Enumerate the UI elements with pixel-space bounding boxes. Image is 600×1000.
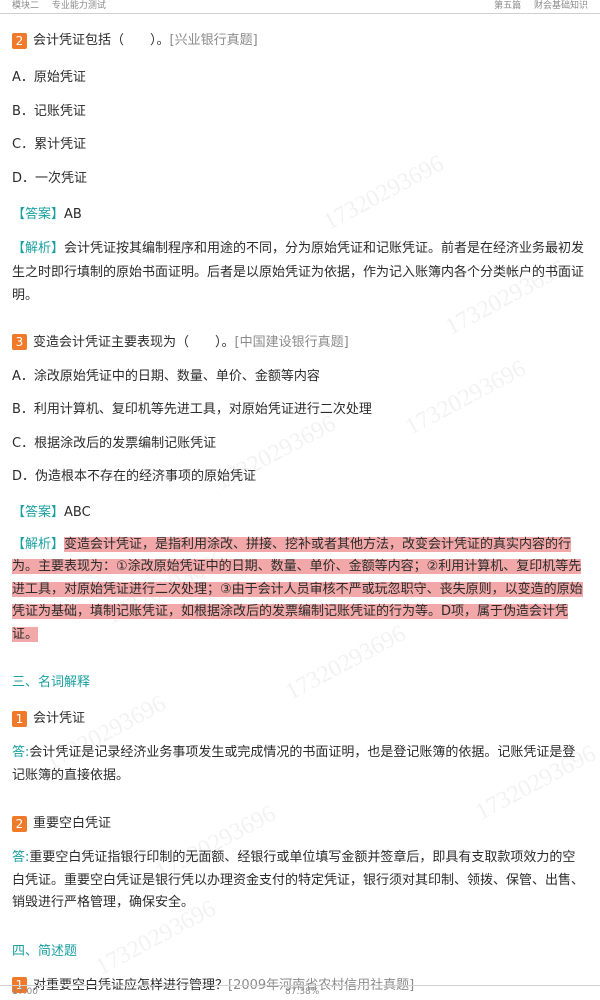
option-d: D．伪造根本不存在的经济事项的原始凭证: [12, 469, 257, 484]
term-number-badge: 1: [12, 710, 27, 727]
option-c: C．根据涂改后的发票编制记账凭证: [12, 435, 217, 451]
header-right: 第五篇 财会基础知识: [484, 0, 588, 12]
question-number-badge: 2: [12, 32, 27, 49]
section-title: 三、名词解释: [12, 675, 91, 690]
question-source: [兴业银行真题]: [169, 33, 258, 48]
answer-value: ABC: [64, 504, 91, 520]
header-left: 模块二 专业能力测试: [12, 0, 116, 12]
option-b: B．记账凭证: [12, 103, 86, 119]
term-text: 重要空白凭证: [33, 816, 112, 831]
term-answer: 答:会计凭证是记录经济业务事项发生或完成情况的书面证明，也是登记账簿的依据。记账…: [12, 742, 588, 787]
analysis-tag: 【解析】: [12, 241, 65, 256]
term-number-badge: 2: [12, 815, 27, 832]
header-section: 财会基础知识: [533, 1, 588, 11]
term-1: 1 会计凭证: [12, 706, 588, 732]
term-2: 2 重要空白凭证: [12, 811, 588, 837]
status-time: 17:00: [12, 987, 38, 997]
term-answer: 答:重要空白凭证指银行印制的无面额、经银行或单位填写金额并签章后，即具有支取款项…: [12, 847, 588, 915]
header-divider: [0, 13, 600, 14]
page-content: 2 会计凭证包括（ ）。[兴业银行真题] A．原始凭证 B．记账凭证 C．累计凭证…: [12, 28, 588, 999]
question-number-badge: 3: [12, 334, 27, 350]
answer-tag: 【答案】: [12, 504, 65, 520]
option-d: D．一次凭证: [12, 170, 88, 186]
answer-line: 【答案】ABC: [12, 500, 588, 526]
analysis-text: 会计凭证按其编制程序和用途的不同，分为原始凭证和记账凭证。前者是在经济业务最初发…: [12, 241, 585, 303]
term-text: 会计凭证: [33, 711, 86, 726]
answer-value: AB: [64, 207, 82, 222]
option-c: C．累计凭证: [12, 137, 87, 152]
question-2: 2 会计凭证包括（ ）。[兴业银行真题]: [12, 28, 588, 54]
question-3: 3 变造会计凭证主要表现为（ ）。[中国建设银行真题]: [12, 330, 588, 356]
answer-line: 【答案】AB: [12, 202, 588, 228]
answer-tag: 答:: [12, 850, 30, 865]
answer-text: 重要空白凭证指银行印制的无面额、经银行或单位填写金额并签章后，即具有支取款项效力…: [12, 850, 585, 910]
highlighted-analysis-text: 变造会计凭证，是指利用涂改、拼接、挖补或者其他方法，改变会计凭证的真实内容的行为…: [12, 536, 583, 642]
option-a: A．原始凭证: [12, 70, 86, 85]
header-module: 模块二: [12, 1, 40, 11]
answer-tag: 答:: [12, 745, 30, 760]
question-text: 变造会计凭证主要表现为（ ）。: [33, 334, 235, 350]
answer-text: 会计凭证是记录经济业务事项发生或完成情况的书面证明，也是登记账簿的依据。记账凭证…: [12, 745, 576, 783]
status-bar: 17:00 87.38%: [0, 985, 600, 1000]
header-part: 第五篇: [494, 1, 522, 11]
section-title: 四、简述题: [12, 943, 78, 959]
question-source: [中国建设银行真题]: [234, 334, 349, 350]
analysis-tag: 【解析】: [12, 536, 65, 552]
question-text: 会计凭证包括（ ）。: [33, 33, 170, 48]
header-title: 专业能力测试: [51, 1, 106, 11]
zoom-level: 87.38%: [285, 987, 320, 997]
page-header: 模块二 专业能力测试 第五篇 财会基础知识: [0, 0, 600, 14]
analysis-paragraph: 【解析】会计凭证按其编制程序和用途的不同，分为原始凭证和记账凭证。前者是在经济业…: [12, 237, 588, 308]
option-b: B．利用计算机、复印机等先进工具，对原始凭证进行二次处理: [12, 402, 372, 417]
analysis-paragraph: 【解析】变造会计凭证，是指利用涂改、拼接、挖补或者其他方法，改变会计凭证的真实内…: [12, 534, 588, 647]
answer-tag: 【答案】: [12, 207, 65, 222]
option-a: A．涂改原始凭证中的日期、数量、单价、金额等内容: [12, 368, 320, 384]
